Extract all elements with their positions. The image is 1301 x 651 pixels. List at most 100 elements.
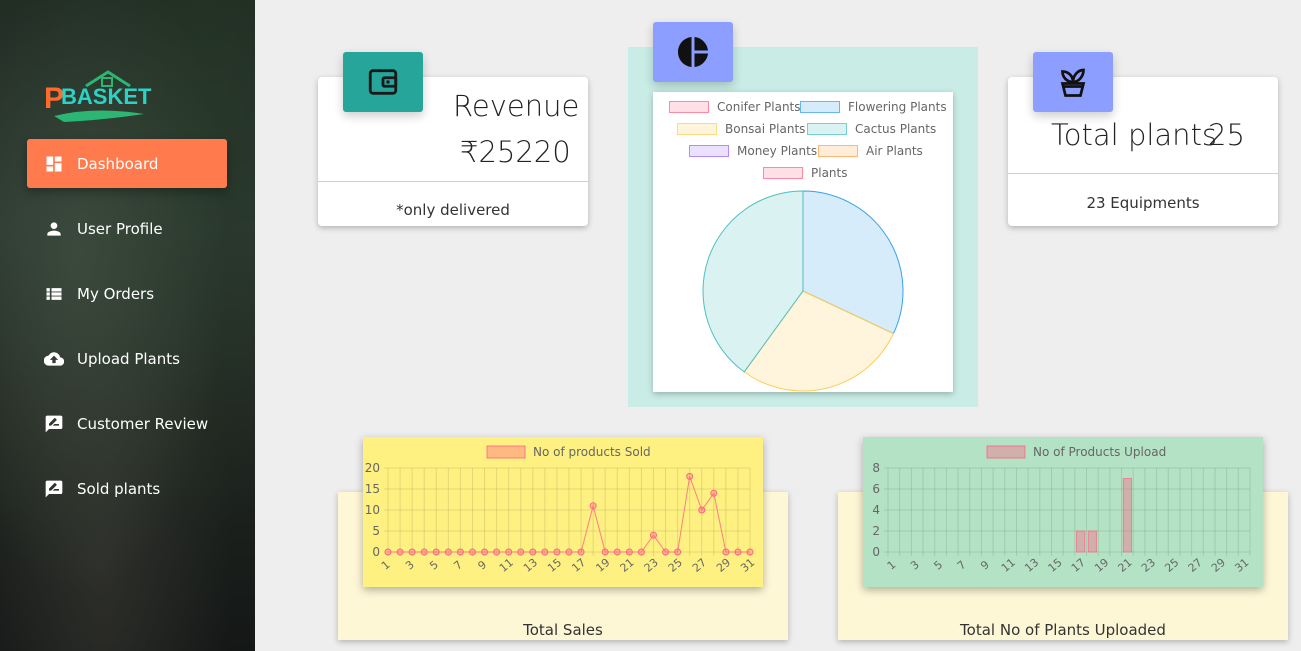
x-tick-label: 25 xyxy=(666,556,685,575)
plant-pot-icon xyxy=(1060,68,1086,97)
pbasket-logo[interactable]: P BASKET xyxy=(44,68,154,126)
data-point[interactable] xyxy=(734,548,742,556)
rate-review-icon xyxy=(43,478,65,500)
x-tick-label: 1 xyxy=(379,558,393,572)
x-tick-label: 5 xyxy=(427,558,441,572)
sidebar-item-sold-plants[interactable]: Sold plants xyxy=(27,464,227,513)
data-point[interactable] xyxy=(505,548,513,556)
revenue-title: Revenue xyxy=(453,89,580,123)
person-icon xyxy=(43,218,65,240)
total-plants-title: Total plants xyxy=(1051,118,1218,152)
sales-line-chart: No of products Sold051015201 3 5 7 9 11 13 15 17… xyxy=(365,445,758,575)
x-tick-label: 19 xyxy=(593,556,612,575)
data-point[interactable] xyxy=(577,548,585,556)
sidebar-item-upload-plants[interactable]: Upload Plants xyxy=(27,334,227,383)
data-point[interactable] xyxy=(565,548,573,556)
data-point[interactable] xyxy=(637,548,645,556)
divider xyxy=(318,181,588,182)
data-point[interactable] xyxy=(710,489,718,497)
data-point[interactable] xyxy=(686,472,694,480)
data-point[interactable] xyxy=(529,548,537,556)
data-point[interactable] xyxy=(456,548,464,556)
x-tick-label: 1 xyxy=(885,558,899,572)
revenue-value: ₹25220 xyxy=(460,135,571,169)
bar[interactable] xyxy=(1122,478,1132,553)
data-point[interactable] xyxy=(746,548,754,556)
x-tick-label: 21 xyxy=(618,556,637,575)
plants-icon-box xyxy=(1033,52,1113,112)
y-tick-label: 10 xyxy=(365,503,380,517)
data-point[interactable] xyxy=(444,548,452,556)
x-tick-label: 13 xyxy=(521,556,540,575)
sidebar-item-my-orders[interactable]: My Orders xyxy=(27,269,227,318)
y-tick-label: 2 xyxy=(872,524,880,538)
sidebar-item-customer-review[interactable]: Customer Review xyxy=(27,399,227,448)
x-tick-label: 11 xyxy=(497,556,516,575)
wallet-icon xyxy=(368,69,398,95)
divider xyxy=(1008,173,1278,174)
sidebar-item-label: Customer Review xyxy=(77,414,209,433)
x-tick-label: 5 xyxy=(931,558,945,572)
x-tick-label: 9 xyxy=(475,558,489,572)
data-point[interactable] xyxy=(468,548,476,556)
x-tick-label: 7 xyxy=(955,558,969,572)
data-point[interactable] xyxy=(589,502,597,510)
data-point[interactable] xyxy=(662,548,670,556)
legend-swatch xyxy=(986,445,1026,459)
x-tick-label: 3 xyxy=(403,558,417,572)
x-tick-label: 23 xyxy=(642,556,661,575)
revenue-footer: *only delivered xyxy=(396,201,510,219)
sales-chart-box: No of products Sold 0 5 10 15 20 1 3 5 7 9 11 13 15 17… xyxy=(363,437,763,587)
data-point[interactable] xyxy=(674,548,682,556)
bar[interactable] xyxy=(1087,530,1097,553)
data-point[interactable] xyxy=(649,531,657,539)
uploads-bar-chart: No of Products Upload024681 3 5 7 9 11 13 15 17 1… xyxy=(872,445,1251,575)
y-tick-label: 0 xyxy=(372,545,380,559)
data-point[interactable] xyxy=(517,548,525,556)
sidebar-item-label: User Profile xyxy=(77,219,163,238)
data-point[interactable] xyxy=(601,548,609,556)
x-tick-label: 9 xyxy=(978,558,992,572)
data-point[interactable] xyxy=(396,548,404,556)
bar[interactable] xyxy=(1076,530,1086,553)
data-point[interactable] xyxy=(613,548,621,556)
data-point[interactable] xyxy=(553,548,561,556)
data-point[interactable] xyxy=(698,506,706,514)
total-plants-value: 25 xyxy=(1208,118,1245,152)
y-tick-label: 4 xyxy=(872,503,880,517)
x-tick-label: 29 xyxy=(714,556,733,575)
sidebar-item-label: Sold plants xyxy=(77,479,161,498)
sidebar-item-label: Dashboard xyxy=(77,154,159,173)
legend-label[interactable]: No of products Sold xyxy=(533,445,651,459)
data-point[interactable] xyxy=(541,548,549,556)
sidebar: P BASKET Dashboard User Profile My Order… xyxy=(0,0,255,651)
x-tick-label: 11 xyxy=(999,556,1018,575)
data-point[interactable] xyxy=(408,548,416,556)
data-point[interactable] xyxy=(432,548,440,556)
sidebar-item-label: Upload Plants xyxy=(77,349,180,368)
legend-swatch xyxy=(486,445,526,459)
y-tick-label: 0 xyxy=(872,545,880,559)
x-tick-label: 17 xyxy=(1069,556,1088,575)
x-tick-label: 29 xyxy=(1209,556,1228,575)
list-icon xyxy=(43,283,65,305)
sidebar-item-label: My Orders xyxy=(77,284,155,303)
cloud-upload-icon xyxy=(43,348,65,370)
sidebar-item-dashboard[interactable]: Dashboard xyxy=(27,139,227,188)
sidebar-item-user-profile[interactable]: User Profile xyxy=(27,204,227,253)
data-point[interactable] xyxy=(625,548,633,556)
y-tick-label: 8 xyxy=(872,461,880,475)
y-tick-label: 5 xyxy=(372,524,380,538)
total-sales-label: Total Sales xyxy=(523,621,603,639)
data-point[interactable] xyxy=(722,548,730,556)
pie-chart xyxy=(702,190,904,392)
svg-text:BASKET: BASKET xyxy=(61,84,152,109)
x-tick-label: 27 xyxy=(690,556,709,575)
data-point[interactable] xyxy=(493,548,501,556)
data-point[interactable] xyxy=(420,548,428,556)
data-point[interactable] xyxy=(384,548,392,556)
uploads-label: Total No of Plants Uploaded xyxy=(960,621,1166,639)
legend-label[interactable]: No of Products Upload xyxy=(1033,445,1166,459)
x-tick-label: 7 xyxy=(451,558,465,572)
data-point[interactable] xyxy=(481,548,489,556)
